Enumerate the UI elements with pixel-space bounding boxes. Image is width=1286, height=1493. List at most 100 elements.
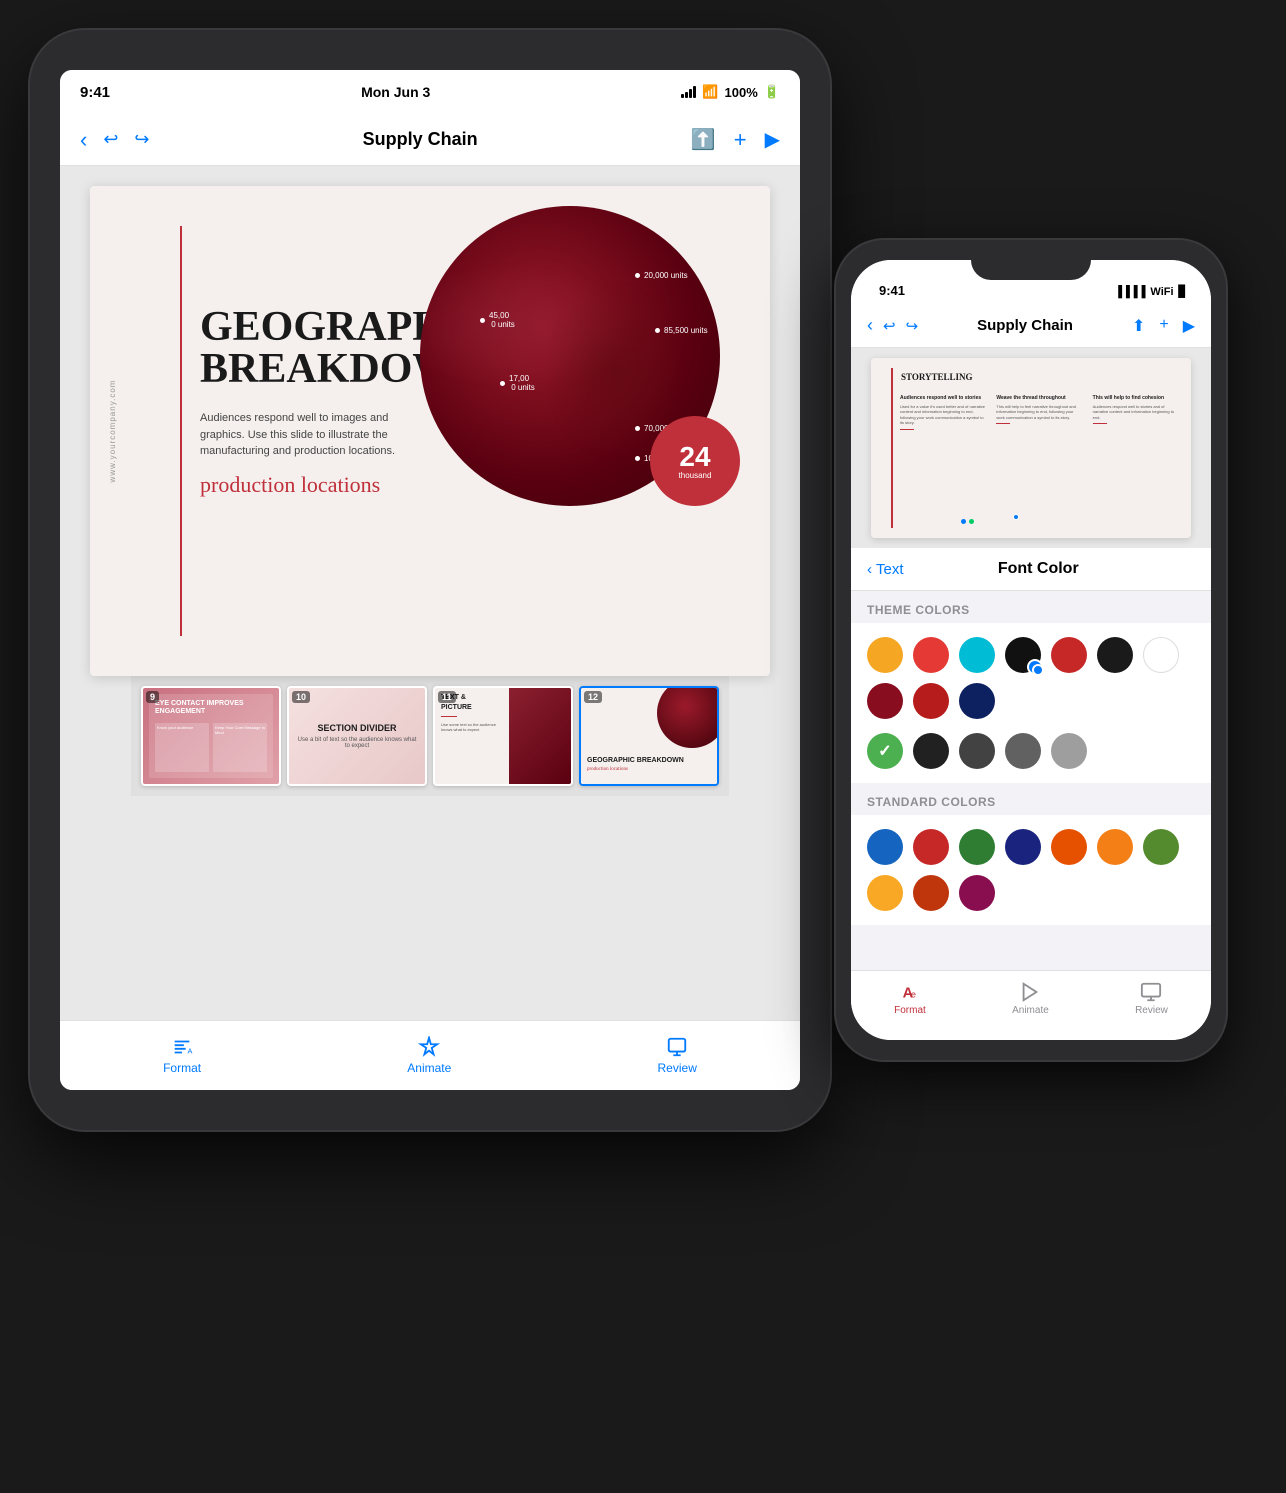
color-swatch-deep-orange[interactable] (913, 875, 949, 911)
phone-animate-button[interactable]: Animate (1012, 981, 1049, 1016)
animate-button[interactable]: Animate (407, 1036, 451, 1075)
phone-redo-button[interactable]: ↪ (906, 317, 919, 335)
panel-back-button[interactable]: ‹ Text (867, 561, 904, 578)
color-swatch-red[interactable] (913, 637, 949, 673)
color-swatch-dark-crimson[interactable] (913, 683, 949, 719)
tablet-doc-title: Supply Chain (363, 129, 478, 150)
color-swatch-very-dark[interactable] (913, 733, 949, 769)
color-swatch-light-gray[interactable] (1051, 733, 1087, 769)
phone-undo-button[interactable]: ↩ (883, 317, 896, 335)
add-button[interactable]: + (734, 127, 747, 153)
thumbnail-9[interactable]: EYE CONTACT IMPROVES ENGAGEMENT Know you… (141, 686, 281, 786)
phone-format-icon: A e (899, 981, 921, 1003)
thumbnail-12[interactable]: GEOGRAPHIC BREAKDOWN production location… (579, 686, 719, 786)
phone-battery-icon: ▊ (1179, 285, 1187, 298)
wifi-icon: 📶 (702, 84, 718, 100)
review-icon (666, 1036, 688, 1058)
thumb-12-number: 12 (584, 691, 602, 703)
phone-slide-preview: STORYTELLING Audiences respond well to s… (851, 348, 1211, 548)
svg-text:A: A (188, 1046, 193, 1055)
panel-back-label: Text (876, 561, 904, 578)
data-point-3: 45,00 0 units (480, 311, 515, 329)
color-swatch-orange-std[interactable] (1051, 829, 1087, 865)
undo-button[interactable]: ↩ (103, 129, 118, 150)
color-swatch-pink[interactable] (959, 875, 995, 911)
format-button[interactable]: A Format (163, 1036, 201, 1075)
color-swatch-light-green[interactable] (1143, 829, 1179, 865)
thumb-9-title: EYE CONTACT IMPROVES ENGAGEMENT (155, 700, 267, 717)
tablet-battery: 100% (725, 85, 758, 100)
badge-text: thousand (679, 471, 712, 480)
phone-wifi-icon: WiFi (1150, 286, 1173, 298)
badge: 24 thousand (650, 416, 740, 506)
share-button[interactable]: ⬆️ (691, 127, 716, 152)
phone-slide-mini: STORYTELLING Audiences respond well to s… (871, 358, 1191, 538)
color-swatch-green-selected[interactable]: ✓ (867, 733, 903, 769)
color-swatch-black-dot[interactable] (1005, 637, 1041, 673)
data-point-4: 17,00 0 units (500, 374, 535, 392)
tablet-status-bar: 9:41 Mon Jun 3 📶 100% 🔋 (60, 70, 800, 114)
battery-icon: 🔋 (764, 84, 780, 100)
selection-dot-2 (969, 519, 974, 524)
phone-add-button[interactable]: + (1159, 316, 1168, 336)
phone: 9:41 ▐▐▐▐ WiFi ▊ ‹ ↩ ↪ Supply Chain ⬆ + … (836, 240, 1226, 1060)
phone-bottom-toolbar: A e Format Animate Review (851, 970, 1211, 1040)
color-swatch-std-red[interactable] (913, 829, 949, 865)
phone-col3-text: Audiences respond well to stories and of… (1093, 404, 1178, 421)
format-label: Format (163, 1061, 201, 1075)
color-swatch-std-green[interactable] (959, 829, 995, 865)
color-swatch-crimson[interactable] (867, 683, 903, 719)
color-swatch-yellow[interactable] (867, 875, 903, 911)
font-color-panel: ‹ Text Font Color THEME COLORS (851, 548, 1211, 970)
data-point-2: 85,500 units (655, 326, 708, 335)
color-swatch-indigo[interactable] (1005, 829, 1041, 865)
signal-bars (681, 86, 696, 98)
phone-slide-title: STORYTELLING (901, 372, 973, 382)
color-swatch-cyan[interactable] (959, 637, 995, 673)
globe-container: 20,000 units 85,500 units 45,00 0 units (420, 206, 740, 526)
tablet-main-slide: www.yourcompany.com GEOGRAPHIC BREAKDOWN… (90, 186, 770, 676)
phone-format-button[interactable]: A e Format (894, 981, 926, 1016)
color-swatch-medium-gray[interactable] (1005, 733, 1041, 769)
thumbnail-11[interactable]: TEXT & PICTURE Use some text so the audi… (433, 686, 573, 786)
phone-toolbar-icons: ⬆ + ▶ (1132, 316, 1195, 336)
color-swatch-orange[interactable] (867, 637, 903, 673)
play-button[interactable]: ▶ (765, 127, 780, 152)
phone-animate-icon (1019, 981, 1041, 1003)
tablet-screen: 9:41 Mon Jun 3 📶 100% 🔋 ‹ ↩ ↪ Su (60, 70, 800, 1090)
phone-review-icon (1140, 981, 1162, 1003)
color-swatch-blue[interactable] (867, 829, 903, 865)
color-swatch-dark-gray[interactable] (959, 733, 995, 769)
theme-colors-grid (851, 623, 1211, 733)
phone-col2-text: This will help to feel narrative through… (996, 404, 1081, 421)
phone-review-button[interactable]: Review (1135, 981, 1168, 1016)
standard-colors-grid (851, 815, 1211, 925)
thumb-11-number: 11 (438, 691, 456, 703)
tablet-time: 9:41 (80, 84, 110, 101)
phone-notch (971, 250, 1091, 280)
color-swatch-amber[interactable] (1097, 829, 1133, 865)
phone-play-button[interactable]: ▶ (1183, 316, 1195, 336)
thumb-10-sub: Use a bit of text so the audience knows … (297, 737, 417, 749)
back-button[interactable]: ‹ (80, 127, 87, 153)
redo-button[interactable]: ↪ (134, 129, 149, 150)
review-button[interactable]: Review (658, 1036, 697, 1075)
panel-title: Font Color (912, 560, 1165, 578)
phone-review-label: Review (1135, 1005, 1168, 1016)
phone-animate-label: Animate (1012, 1005, 1049, 1016)
phone-back-button[interactable]: ‹ (867, 315, 873, 336)
theme-colors-label: THEME COLORS (851, 591, 1211, 623)
format-icon: A (171, 1036, 193, 1058)
color-swatch-navy[interactable] (959, 683, 995, 719)
slide-thumbnails: EYE CONTACT IMPROVES ENGAGEMENT Know you… (131, 676, 729, 796)
tablet-toolbar: ‹ ↩ ↪ Supply Chain ⬆️ + ▶ (60, 114, 800, 166)
tablet-bottom-toolbar: A Format Animate Review (60, 1020, 800, 1090)
color-swatch-near-black[interactable] (1097, 637, 1133, 673)
thumbnail-10[interactable]: SECTION DIVIDER Use a bit of text so the… (287, 686, 427, 786)
phone-col1-heading: Audiences respond well to stories (900, 395, 985, 402)
phone-share-button[interactable]: ⬆ (1132, 316, 1145, 336)
phone-toolbar: ‹ ↩ ↪ Supply Chain ⬆ + ▶ (851, 304, 1211, 348)
phone-col2-heading: Weave the thread throughout (996, 395, 1081, 402)
color-swatch-white[interactable] (1143, 637, 1179, 673)
color-swatch-dark-red[interactable] (1051, 637, 1087, 673)
